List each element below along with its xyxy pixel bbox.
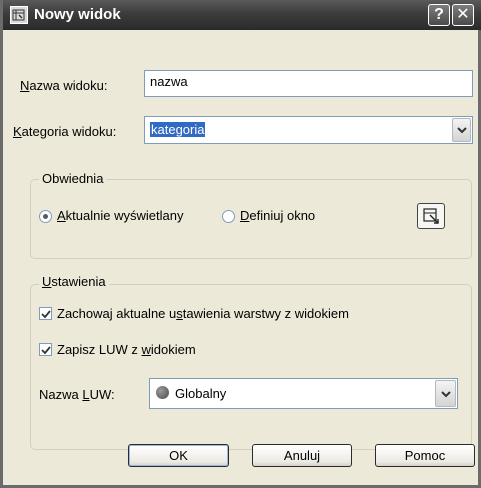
help-button[interactable]: Pomoc xyxy=(375,444,475,467)
cancel-button[interactable]: Anuluj xyxy=(252,444,352,467)
view-icon xyxy=(10,6,28,24)
view-category-combo[interactable]: kategoria xyxy=(144,116,473,144)
view-category-label: Kategoria widoku: xyxy=(13,124,117,139)
view-name-input[interactable]: nazwa xyxy=(144,70,473,97)
boundary-group-legend: Obwiednia xyxy=(39,171,107,186)
pick-window-button[interactable] xyxy=(417,203,445,229)
save-ucs-label[interactable]: Zapisz LUW z widokiem xyxy=(57,342,196,357)
window-title: Nowy widok xyxy=(34,6,121,23)
title-bar[interactable]: Nowy widok ? ✕ xyxy=(3,0,481,30)
close-icon: ✕ xyxy=(456,6,470,23)
checkmark-icon xyxy=(41,346,51,355)
ok-button[interactable]: OK xyxy=(128,444,229,467)
view-name-label: Nazwa widoku: xyxy=(20,78,108,93)
ucs-name-label: Nazwa LUW: xyxy=(39,387,115,402)
ucs-dropdown-button[interactable] xyxy=(435,380,456,407)
define-window-label[interactable]: Definiuj okno xyxy=(240,208,315,223)
new-view-dialog: Nowy widok ? ✕ Nazwa widoku: nazwa Kateg… xyxy=(0,0,481,488)
checkmark-icon xyxy=(41,310,51,319)
current-display-label[interactable]: Aktualnie wyświetlany xyxy=(57,208,183,223)
pick-window-icon xyxy=(423,208,439,224)
ucs-name-value: Globalny xyxy=(175,386,227,401)
ucs-name-combo[interactable]: Globalny xyxy=(149,378,458,409)
keep-layer-settings-checkbox[interactable] xyxy=(39,307,52,320)
current-display-radio[interactable] xyxy=(39,210,52,223)
chevron-down-icon xyxy=(441,391,451,398)
view-category-value: kategoria xyxy=(150,122,206,137)
globe-icon xyxy=(156,386,169,399)
settings-group-legend: Ustawienia xyxy=(39,274,109,289)
dialog-body: Nazwa widoku: nazwa Kategoria widoku: ka… xyxy=(3,30,481,488)
chevron-down-icon xyxy=(457,127,467,134)
category-dropdown-button[interactable] xyxy=(452,118,471,142)
keep-layer-settings-label[interactable]: Zachowaj aktualne ustawienia warstwy z w… xyxy=(57,306,349,321)
help-title-button[interactable]: ? xyxy=(428,4,450,26)
define-window-radio[interactable] xyxy=(222,210,235,223)
save-ucs-checkbox[interactable] xyxy=(39,343,52,356)
close-button[interactable]: ✕ xyxy=(452,4,474,26)
